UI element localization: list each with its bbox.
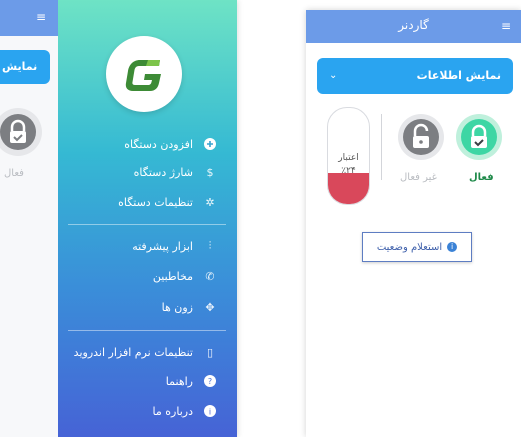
credit-label: اعتبار (338, 153, 359, 163)
hamburger-menu-icon[interactable]: ≡ (501, 20, 511, 32)
menu-item-android-settings[interactable]: تنظیمات نرم افزار اندروید ▯ (64, 342, 217, 362)
credit-gauge: اعتبار ٪۲۴ (327, 107, 370, 205)
inquiry-label: استعلام وضعیت (376, 241, 443, 253)
app-title: گاردنر (398, 18, 429, 32)
dollar-icon: $ (206, 165, 214, 179)
menu-item-add-device[interactable]: افزودن دستگاه (64, 134, 217, 154)
svg-text:i: i (209, 408, 211, 417)
lock-check-icon (461, 119, 497, 155)
menu-item-help[interactable]: راهنما ? (64, 371, 217, 391)
menu-divider (68, 224, 226, 225)
vertical-divider (381, 114, 382, 180)
phone-icon: ✆ (205, 269, 215, 283)
background-dropdown[interactable]: نمایش (0, 50, 50, 84)
move-icon: ✥ (205, 300, 215, 314)
background-status-label: فعال (4, 168, 24, 179)
left-phone-screen: ≡ نمایش فعال افزودن دستگاه شارژ دستگاه $… (0, 0, 237, 437)
app-logo (106, 36, 182, 112)
lock-icon (0, 114, 36, 150)
right-phone-screen: گاردنر ≡ نمایش اطلاعات ⌄ اعتبار ٪۲۴ غیر … (306, 10, 521, 437)
logo-g-icon (125, 60, 161, 91)
status-inquiry-button[interactable]: استعلام وضعیت i (362, 232, 472, 262)
mobile-icon: ▯ (206, 345, 214, 359)
info-icon: i (203, 404, 217, 418)
active-button[interactable] (456, 114, 502, 160)
hamburger-menu-icon[interactable]: ≡ (36, 11, 50, 23)
sliders-icon: ⫶ (208, 239, 212, 252)
menu-item-advanced-tools[interactable]: ابزار پیشرفته ⫶ (64, 236, 217, 256)
plus-circle-icon (203, 137, 217, 151)
credit-value: ٪۲۴ (341, 166, 356, 176)
info-display-dropdown[interactable]: نمایش اطلاعات ⌄ (317, 58, 513, 94)
gear-icon: ✲ (205, 195, 215, 209)
menu-item-zones[interactable]: زون ها ✥ (64, 297, 217, 317)
dropdown-label: نمایش اطلاعات (416, 69, 501, 82)
menu-item-device-settings[interactable]: تنظیمات دستگاه ✲ (64, 192, 217, 212)
inactive-button[interactable] (398, 114, 444, 160)
menu-divider (68, 330, 226, 331)
chevron-down-icon: ⌄ (329, 70, 338, 81)
background-lock-active (0, 108, 42, 156)
menu-item-contacts[interactable]: مخاطبین ✆ (64, 266, 217, 286)
svg-text:?: ? (208, 377, 212, 386)
menu-item-about-us[interactable]: درباره ما i (64, 401, 217, 421)
menu-item-charge-device[interactable]: شارژ دستگاه $ (64, 162, 217, 182)
unlock-icon (403, 119, 439, 155)
help-icon: ? (203, 374, 217, 388)
info-icon: i (447, 242, 458, 252)
credit-fill (328, 173, 369, 204)
active-label: فعال (469, 172, 494, 183)
inactive-label: غیر فعال (400, 172, 437, 183)
